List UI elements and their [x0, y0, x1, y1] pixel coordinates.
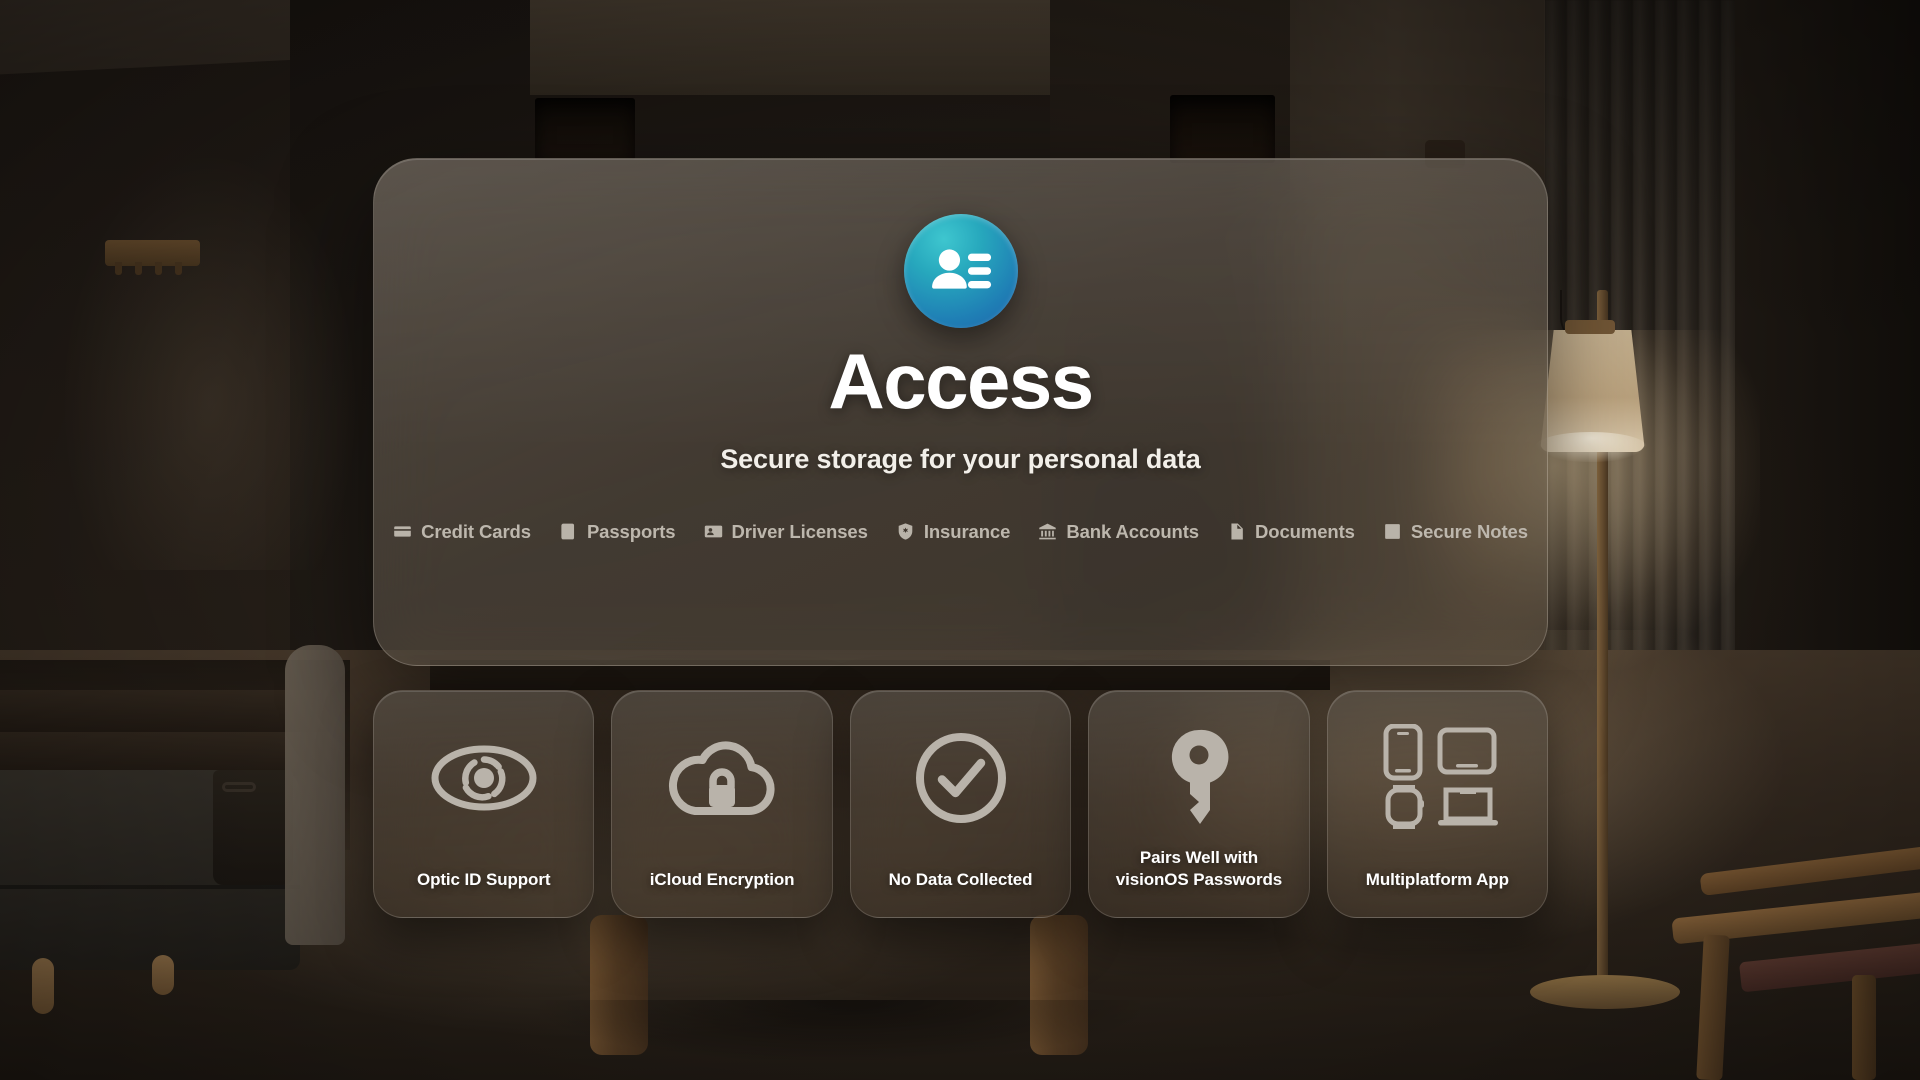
- chair-leg: [1852, 975, 1876, 1080]
- category-list: Credit Cards Passports Driver Licenses I…: [393, 521, 1528, 543]
- coat-hook-rail: [105, 240, 200, 275]
- wall-light-glow: [60, 150, 360, 570]
- feature-card-visionos-passwords[interactable]: Pairs Well with visionOS Passwords: [1088, 690, 1310, 918]
- key-icon: [1162, 725, 1236, 831]
- page-title: Access: [828, 337, 1094, 425]
- category-label: Secure Notes: [1410, 520, 1528, 542]
- category-item-credit-cards[interactable]: Credit Cards: [393, 521, 531, 543]
- category-label: Documents: [1255, 520, 1355, 542]
- shield-cross-icon: [898, 523, 913, 540]
- glass-background: Access Secure storage for your personal …: [373, 158, 1548, 666]
- page-subtitle: Secure storage for your personal data: [720, 443, 1201, 474]
- category-label: Credit Cards: [421, 520, 531, 542]
- feature-card-icloud-encryption[interactable]: iCloud Encryption: [611, 690, 833, 918]
- wall-niche-left: [535, 98, 635, 160]
- secure-note-icon: [1384, 524, 1400, 539]
- feature-card-row: Optic ID Support iCloud Encryption No Da…: [373, 690, 1549, 918]
- category-item-insurance[interactable]: Insurance: [896, 520, 1011, 543]
- category-item-driver-licenses[interactable]: Driver Licenses: [704, 521, 868, 543]
- lamp-base: [1530, 975, 1680, 1009]
- wall-niche-right: [1170, 95, 1275, 163]
- category-label: Passports: [586, 520, 676, 542]
- couch-leg: [152, 955, 174, 995]
- feature-card-multiplatform[interactable]: Multiplatform App: [1326, 690, 1549, 918]
- feature-card-label: No Data Collected: [888, 869, 1033, 889]
- document-icon: [1231, 523, 1243, 540]
- basket-handle: [222, 782, 256, 792]
- feature-card-no-data-collected[interactable]: No Data Collected: [849, 690, 1072, 918]
- stair-step: [0, 690, 330, 732]
- checkmark-circle-icon: [914, 725, 1008, 831]
- table-shadow: [540, 1000, 1140, 1060]
- contact-card-icon: [903, 214, 1018, 328]
- couch-leg: [32, 958, 54, 1014]
- app-window[interactable]: Access Secure storage for your personal …: [373, 158, 1548, 666]
- feature-card-label: Multiplatform App: [1365, 869, 1509, 889]
- couch-seam: [0, 885, 300, 889]
- bank-building-icon: [1039, 523, 1057, 540]
- passport-book-icon: [561, 523, 574, 540]
- lamp-cap: [1565, 320, 1615, 334]
- credit-card-icon: [394, 526, 411, 537]
- category-item-documents[interactable]: Documents: [1227, 521, 1355, 543]
- id-card-icon: [704, 525, 722, 538]
- category-label: Bank Accounts: [1066, 520, 1199, 542]
- appliance-column: [285, 645, 345, 945]
- category-item-bank-accounts[interactable]: Bank Accounts: [1038, 521, 1199, 543]
- devices-icon: [1374, 724, 1500, 831]
- feature-card-label: Pairs Well with visionOS Passwords: [1115, 847, 1283, 889]
- category-item-passports[interactable]: Passports: [559, 521, 676, 543]
- feature-card-label: iCloud Encryption: [649, 869, 795, 889]
- category-label: Insurance: [923, 520, 1011, 542]
- feature-card-label: Optic ID Support: [416, 869, 551, 889]
- category-item-secure-notes[interactable]: Secure Notes: [1383, 521, 1528, 543]
- cloud-lock-icon: [666, 725, 778, 831]
- feature-card-optic-id[interactable]: Optic ID Support: [373, 690, 595, 918]
- optic-id-eye-icon: [430, 725, 538, 831]
- hero-section: Access Secure storage for your personal …: [374, 159, 1547, 665]
- lamp-light: [1535, 432, 1647, 462]
- category-label: Driver Licenses: [731, 520, 868, 542]
